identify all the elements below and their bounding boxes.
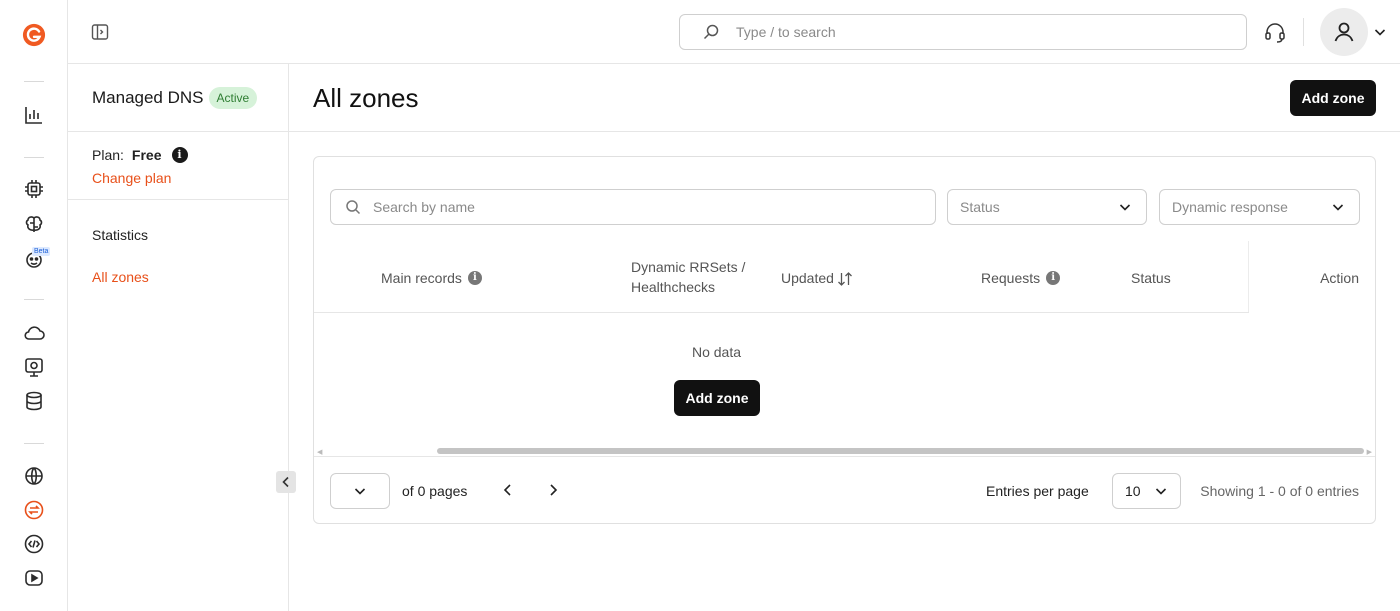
rail-divider	[24, 81, 44, 82]
column-action: Action	[1320, 270, 1359, 286]
cloud-icon[interactable]	[22, 321, 46, 345]
action-column-divider	[1248, 241, 1249, 313]
column-status: Status	[1131, 270, 1171, 286]
app-root: Beta Type / to search Managed DNS Active…	[0, 0, 1400, 611]
previous-page-icon[interactable]	[500, 482, 516, 498]
cpu-chip-icon[interactable]	[22, 177, 46, 201]
rail-divider	[24, 299, 44, 300]
support-headset-icon[interactable]	[1263, 20, 1287, 44]
status-filter-placeholder: Status	[960, 199, 1000, 215]
column-dynamic-rrsets: Dynamic RRSets / Healthchecks	[631, 259, 746, 295]
next-page-icon[interactable]	[545, 482, 561, 498]
info-icon[interactable]: i	[171, 147, 188, 163]
horizontal-scrollbar[interactable]: ◀ ▶	[314, 447, 1375, 456]
sort-icon[interactable]	[837, 271, 853, 286]
video-icon[interactable]	[22, 566, 46, 590]
globe-icon[interactable]	[22, 464, 46, 488]
status-badge: Active	[208, 87, 258, 109]
chevron-left-icon	[282, 476, 289, 488]
page-count-text: of 0 pages	[402, 483, 468, 499]
chevron-down-icon	[1118, 200, 1132, 214]
column-label: Main records	[381, 270, 462, 286]
scroll-left-arrow-icon[interactable]: ◀	[317, 448, 322, 456]
plan-label: Plan:	[92, 147, 124, 163]
rail-divider	[24, 157, 44, 158]
plan-block: Plan: Free i Change plan	[68, 132, 288, 200]
product-title: Managed DNS	[92, 88, 204, 107]
column-updated[interactable]: Updated	[781, 268, 853, 288]
table-header-divider	[314, 312, 1249, 313]
product-sidebar: Managed DNS Active Plan: Free i Change p…	[68, 64, 289, 611]
statistics-icon[interactable]	[22, 103, 46, 127]
database-icon[interactable]	[22, 389, 46, 413]
entries-per-page-label: Entries per page	[986, 483, 1089, 499]
add-zone-empty-button[interactable]: Add zone	[674, 380, 760, 416]
search-placeholder: Search by name	[373, 199, 475, 215]
dns-icon[interactable]	[22, 498, 46, 522]
global-search-placeholder: Type / to search	[736, 24, 836, 40]
info-icon[interactable]: i	[1046, 271, 1061, 285]
table-footer-divider	[314, 456, 1375, 457]
chevron-down-icon	[353, 484, 367, 498]
dynamic-response-select[interactable]: Dynamic response	[1159, 189, 1360, 225]
avatar[interactable]	[1320, 8, 1368, 56]
chevron-down-icon[interactable]	[1373, 25, 1387, 39]
dynamic-response-placeholder: Dynamic response	[1172, 199, 1288, 215]
page-number-select[interactable]	[330, 473, 390, 509]
code-icon[interactable]	[22, 532, 46, 556]
status-filter-select[interactable]: Status	[947, 189, 1147, 225]
topbar-divider	[1303, 18, 1304, 46]
chevron-down-icon	[1154, 484, 1168, 498]
product-header: Managed DNS Active	[68, 64, 288, 132]
scroll-right-arrow-icon[interactable]: ▶	[1367, 448, 1372, 456]
global-search-input[interactable]: Type / to search	[679, 14, 1247, 50]
change-plan-link[interactable]: Change plan	[92, 169, 288, 187]
column-label: Updated	[781, 270, 834, 286]
collapse-sidebar-button[interactable]	[276, 471, 296, 493]
search-input[interactable]: Search by name	[330, 189, 936, 225]
zones-card: Search by name Status Dynamic response M…	[313, 156, 1376, 524]
sidebar-item-statistics[interactable]: Statistics	[92, 226, 148, 244]
add-zone-button[interactable]: Add zone	[1290, 80, 1376, 116]
product-rail: Beta	[0, 0, 68, 611]
column-label: Requests	[981, 270, 1041, 286]
ai-brain-icon[interactable]	[22, 213, 46, 237]
info-icon[interactable]: i	[467, 271, 482, 285]
page-header: All zones Add zone	[289, 64, 1400, 132]
search-icon	[702, 23, 720, 41]
empty-state-text: No data	[691, 344, 742, 360]
beta-badge: Beta	[32, 247, 51, 256]
plan-value: Free	[131, 147, 162, 163]
monitor-icon[interactable]	[22, 355, 46, 379]
column-main-records: Main records i	[381, 268, 482, 288]
chevron-down-icon	[1331, 200, 1345, 214]
column-requests: Requests i	[981, 268, 1061, 288]
top-bar: Type / to search	[68, 0, 1400, 64]
entries-per-page-select[interactable]: 10	[1112, 473, 1181, 509]
gcore-logo-icon[interactable]	[22, 23, 46, 47]
sidebar-item-all-zones[interactable]: All zones	[92, 268, 149, 286]
scrollbar-thumb[interactable]	[437, 448, 1364, 454]
entries-summary: Showing 1 - 0 of 0 entries	[1200, 483, 1359, 499]
page-title: All zones	[313, 83, 419, 113]
rail-divider	[24, 443, 44, 444]
search-icon	[345, 199, 361, 215]
entries-per-page-value: 10	[1125, 483, 1141, 499]
sidebar-toggle-icon[interactable]	[91, 23, 109, 41]
